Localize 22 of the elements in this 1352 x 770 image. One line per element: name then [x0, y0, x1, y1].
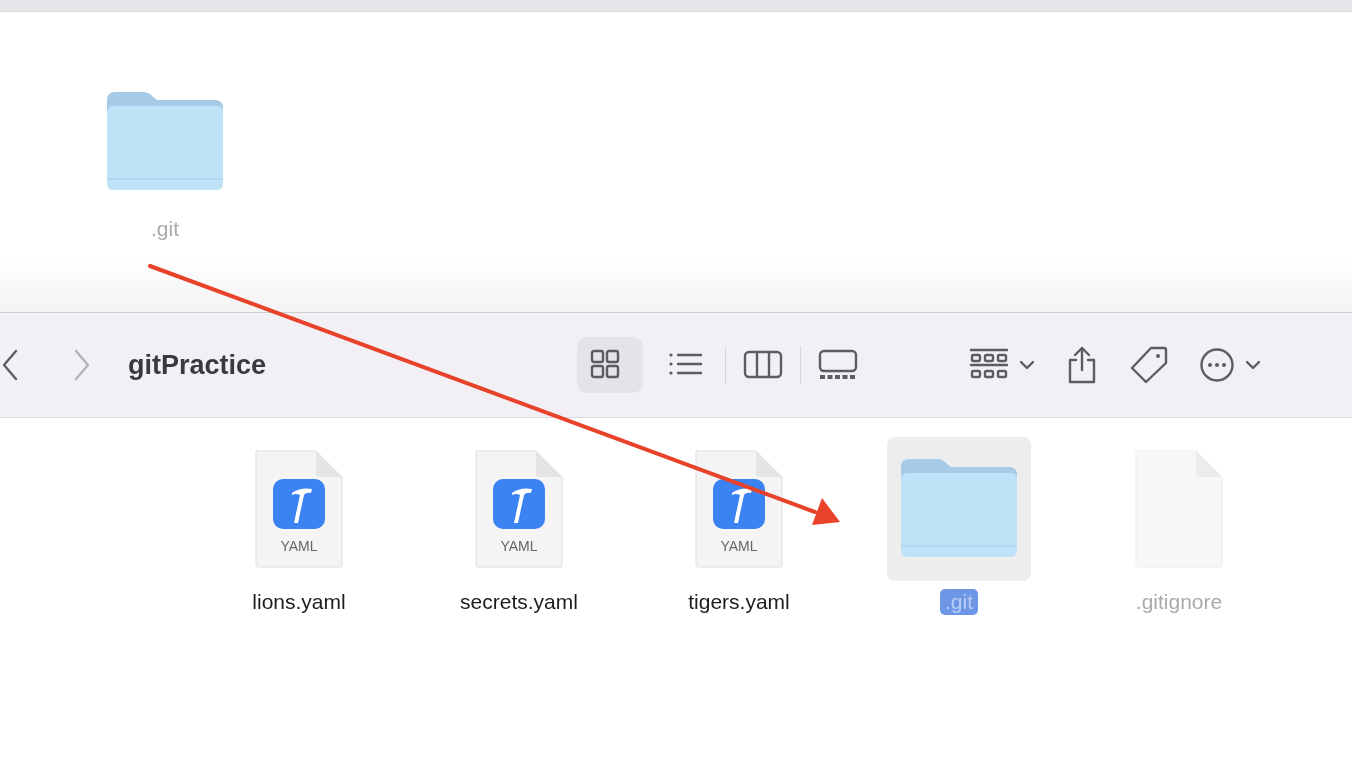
back-button[interactable] — [0, 349, 20, 381]
file-name[interactable]: lions.yaml — [247, 589, 351, 615]
chevron-icon — [0, 349, 20, 381]
file-type-label: YAML — [719, 538, 759, 554]
folder-title: gitPractice — [128, 349, 267, 381]
chevron-icon — [72, 349, 92, 381]
chevron-down-icon — [1019, 360, 1036, 370]
file-name[interactable]: secrets.yaml — [455, 589, 583, 615]
chevron-down-icon — [1245, 360, 1262, 370]
file-name[interactable]: tigers.yaml — [683, 589, 795, 615]
yaml-document-icon — [254, 449, 344, 569]
ellipsis-circle-icon — [1199, 347, 1236, 383]
columns-icon — [743, 349, 784, 381]
file-type-label: YAML — [499, 538, 539, 554]
tag-button[interactable] — [1129, 345, 1170, 385]
file-type-label: YAML — [279, 538, 319, 554]
tag-icon — [1129, 345, 1170, 385]
yaml-document-icon — [694, 449, 784, 569]
gallery-icon — [818, 349, 859, 381]
yaml-document-icon — [474, 449, 564, 569]
more-button[interactable] — [1199, 347, 1262, 383]
icons-view-button[interactable] — [577, 337, 644, 393]
